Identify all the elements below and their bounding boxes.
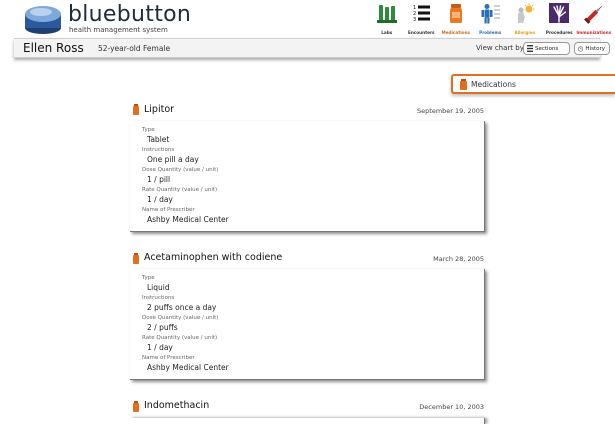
medication-date: March 28, 2005 (433, 255, 484, 263)
nav-encounters[interactable]: 1 2 3 Encounters (404, 3, 439, 35)
prescriber-value: Ashby Medical Center (147, 363, 229, 372)
instructions-value: 2 puffs once a day (147, 303, 217, 312)
brand-name: bluebutton (68, 2, 192, 27)
dose-value: 2 / puffs (147, 323, 178, 332)
section-nav: Labs 1 2 3 Encounters Medications Proble… (370, 3, 611, 35)
nav-problems[interactable]: Problems (473, 3, 508, 35)
medication-card: Type Liquid Instructions 2 puffs once a … (130, 269, 485, 380)
instructions-label: Instructions (142, 295, 175, 301)
medication-name[interactable]: Indomethacin (144, 400, 209, 411)
rate-value: 1 / day (147, 195, 173, 204)
instructions-label: Instructions (142, 147, 175, 153)
nav-procedures[interactable]: Procedures (542, 3, 577, 35)
list-icon: 1 2 3 (413, 5, 431, 23)
clock-icon (578, 45, 584, 52)
type-value: Tablet (147, 135, 170, 144)
rate-label: Rate Quantity (value / unit) (142, 335, 218, 341)
section-title: Medications (471, 80, 516, 89)
body-chart-icon (481, 4, 501, 24)
nav-medications[interactable]: Medications (439, 3, 474, 35)
medication-card (130, 418, 485, 424)
view-history-button[interactable]: History (574, 42, 610, 55)
nav-labs[interactable]: Labs (370, 3, 405, 35)
app-header: bluebutton health management system Labs… (0, 0, 615, 38)
type-label: Type (142, 127, 155, 133)
allergy-icon (517, 3, 535, 23)
pill-bottle-icon (133, 253, 139, 264)
view-sections-button[interactable]: Sections (523, 42, 570, 55)
xray-icon (549, 3, 570, 23)
bluebutton-logo (25, 6, 61, 34)
nav-immunizations[interactable]: Immunizations (576, 3, 611, 35)
patient-info: 52-year-old Female (98, 44, 171, 53)
section-badge-medications: Medications (451, 74, 615, 94)
prescriber-value: Ashby Medical Center (147, 215, 229, 224)
flask-icon (376, 5, 397, 23)
medication-date: September 19, 2005 (417, 107, 484, 115)
nav-allergies[interactable]: Allergies (508, 3, 543, 35)
patient-name: Ellen Ross (23, 41, 84, 55)
medication-name[interactable]: Lipitor (144, 104, 174, 115)
instructions-value: One pill a day (147, 155, 199, 164)
brand-subtitle: health management system (69, 26, 168, 34)
pill-bottle-icon (133, 401, 139, 412)
svg-text:3: 3 (413, 17, 416, 23)
view-sections-label: Sections (535, 45, 559, 52)
type-value: Liquid (147, 283, 170, 292)
nav-label: Immunizations (576, 30, 612, 35)
prescriber-label: Name of Prescriber (142, 207, 195, 213)
type-label: Type (142, 275, 155, 281)
medication-name[interactable]: Acetaminophen with codiene (144, 252, 282, 263)
dose-label: Dose Quantity (value / unit) (142, 315, 219, 321)
syringe-icon (583, 5, 602, 24)
pill-bottle-icon (460, 79, 467, 90)
medication-card: Type Tablet Instructions One pill a day … (130, 121, 485, 232)
dose-label: Dose Quantity (value / unit) (142, 167, 219, 173)
view-chart-label: View chart by: (476, 44, 526, 52)
rate-value: 1 / day (147, 343, 173, 352)
dose-value: 1 / pill (147, 175, 171, 184)
patient-bar: Ellen Ross 52-year-old Female View chart… (14, 38, 610, 58)
medication-date: December 10, 2003 (419, 403, 484, 411)
view-history-label: History (585, 45, 605, 52)
prescriber-label: Name of Prescriber (142, 355, 195, 361)
rate-label: Rate Quantity (value / unit) (142, 187, 218, 193)
pill-bottle-icon (449, 4, 462, 23)
pill-bottle-icon (133, 104, 139, 115)
list-icon (527, 45, 533, 52)
